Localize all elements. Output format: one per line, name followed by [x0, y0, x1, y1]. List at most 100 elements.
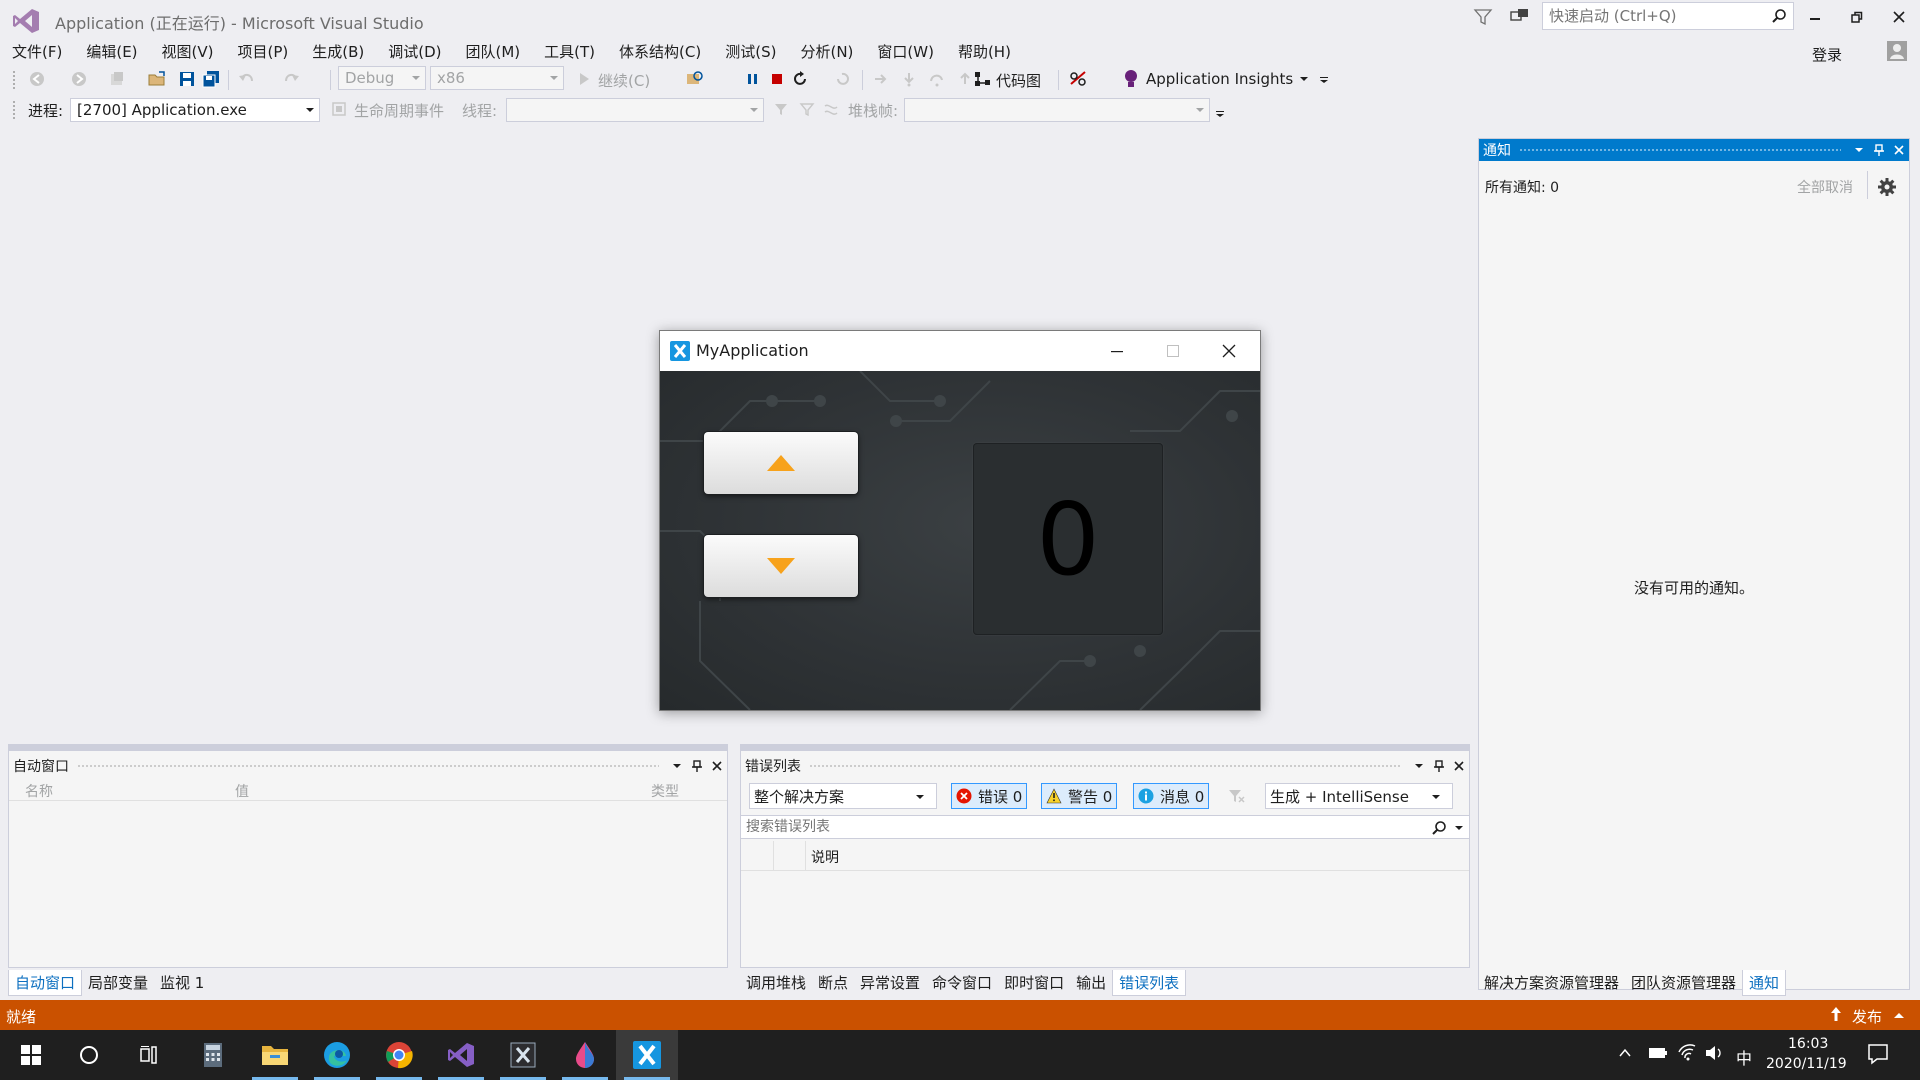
file-explorer-icon[interactable] [244, 1030, 306, 1080]
chevron-down-icon[interactable] [1296, 66, 1312, 92]
notifications-panel-header[interactable]: 通知 [1479, 139, 1909, 161]
menu-team[interactable]: 团队(M) [454, 38, 533, 64]
lifecycle-events-icon[interactable] [328, 96, 350, 122]
tab-autos[interactable]: 自动窗口 [8, 970, 83, 996]
clock-time[interactable]: 16:03 [1788, 1036, 1828, 1052]
error-search-input[interactable] [741, 816, 1381, 838]
calculator-icon[interactable] [182, 1030, 244, 1080]
step-into-icon[interactable] [898, 66, 920, 92]
menu-project[interactable]: 项目(P) [226, 38, 301, 64]
tab-output[interactable]: 输出 [1070, 970, 1112, 996]
gear-icon[interactable] [1877, 177, 1897, 197]
error-search-box[interactable] [741, 815, 1469, 839]
visual-studio-taskbar-icon[interactable] [430, 1030, 492, 1080]
user-account-icon[interactable] [1886, 40, 1908, 62]
solution-platform-dropdown[interactable]: x86 [430, 66, 564, 90]
tab-team-explorer[interactable]: 团队资源管理器 [1625, 970, 1742, 996]
app-maximize-button[interactable] [1156, 339, 1190, 363]
publish-button[interactable]: 发布 [1852, 1006, 1882, 1027]
feedback-icon[interactable] [1508, 6, 1532, 28]
tab-watch-1[interactable]: 监视 1 [154, 970, 210, 996]
unflag-thread-icon[interactable] [796, 96, 818, 122]
solution-configuration-dropdown[interactable]: Debug [338, 66, 426, 90]
chevron-up-icon[interactable] [1894, 1012, 1904, 1020]
menu-window[interactable]: 窗口(W) [865, 38, 946, 64]
warnings-filter-button[interactable]: 警告 0 [1041, 783, 1118, 809]
menu-file[interactable]: 文件(F) [0, 38, 74, 64]
build-intellisense-dropdown[interactable]: 生成 + IntelliSense [1265, 783, 1453, 809]
autos-panel-header[interactable]: 自动窗口 [9, 755, 727, 777]
lifecycle-events-label[interactable]: 生命周期事件 [354, 100, 444, 121]
code-map-label[interactable]: 代码图 [996, 70, 1041, 91]
menu-tools[interactable]: 工具(T) [532, 38, 607, 64]
navigate-forward-icon[interactable] [68, 66, 90, 92]
find-in-files-icon[interactable] [682, 66, 708, 92]
column-type[interactable]: 类型 [651, 781, 679, 801]
tab-breakpoints[interactable]: 断点 [812, 970, 854, 996]
stack-frame-dropdown[interactable] [904, 98, 1210, 122]
search-icon[interactable] [1771, 8, 1787, 24]
hot-reload-icon[interactable] [832, 66, 854, 92]
column-value[interactable]: 值 [235, 781, 249, 801]
messages-filter-button[interactable]: 消息 0 [1133, 783, 1210, 809]
undo-icon[interactable] [236, 66, 258, 92]
windows-start-icon[interactable] [0, 1030, 62, 1080]
panel-menu-icon[interactable] [1409, 756, 1429, 776]
errors-filter-button[interactable]: 错误 0 [951, 783, 1028, 809]
save-icon[interactable] [176, 66, 198, 92]
menu-debug[interactable]: 调试(D) [376, 38, 453, 64]
toolbar-grip[interactable] [12, 70, 16, 90]
stop-debugging-icon[interactable] [766, 66, 788, 92]
thread-dropdown[interactable] [506, 98, 764, 122]
tab-locals[interactable]: 局部变量 [82, 970, 154, 996]
pin-icon[interactable] [1429, 756, 1449, 776]
process-dropdown[interactable]: [2700] Application.exe [70, 98, 320, 122]
scope-dropdown[interactable]: 整个解决方案 [749, 783, 937, 809]
tab-exception-settings[interactable]: 异常设置 [854, 970, 926, 996]
chevron-up-icon[interactable] [1618, 1046, 1634, 1062]
chrome-browser-icon[interactable] [368, 1030, 430, 1080]
column-name[interactable]: 名称 [25, 781, 53, 801]
code-map-icon[interactable] [970, 66, 996, 92]
volume-icon[interactable] [1704, 1044, 1724, 1064]
my-application-window[interactable]: MyApplication 0 [659, 330, 1261, 711]
chevron-down-icon[interactable] [1455, 825, 1463, 831]
navigate-back-icon[interactable] [26, 66, 48, 92]
step-over-icon[interactable] [926, 66, 948, 92]
menu-test[interactable]: 测试(S) [713, 38, 788, 64]
search-icon[interactable] [1431, 820, 1447, 836]
quick-launch-box[interactable] [1542, 2, 1794, 30]
error-list-panel-header[interactable]: 错误列表 [741, 755, 1469, 777]
clock-date[interactable]: 2020/11/19 [1766, 1056, 1847, 1072]
battery-icon[interactable] [1648, 1046, 1668, 1062]
save-all-icon[interactable] [200, 66, 222, 92]
pin-icon[interactable] [1869, 140, 1889, 160]
panel-menu-icon[interactable] [1849, 140, 1869, 160]
edge-browser-icon[interactable] [306, 1030, 368, 1080]
show-threads-icon[interactable] [820, 96, 842, 122]
panel-menu-icon[interactable] [667, 756, 687, 776]
break-all-pause-icon[interactable] [742, 66, 764, 92]
restart-icon[interactable] [788, 66, 812, 92]
column-description[interactable]: 说明 [811, 847, 839, 867]
new-project-icon[interactable] [106, 66, 128, 92]
task-view-icon[interactable] [120, 1030, 182, 1080]
open-file-icon[interactable] [146, 66, 168, 92]
toolbar-grip[interactable] [12, 100, 16, 120]
menu-architecture[interactable]: 体系结构(C) [607, 38, 713, 64]
xaml-designer-icon[interactable] [492, 1030, 554, 1080]
dismiss-all-link[interactable]: 全部取消 [1797, 177, 1853, 197]
search-circle-icon[interactable] [58, 1030, 120, 1080]
decrement-button[interactable] [704, 535, 858, 597]
toggle-diagnostics-icon[interactable] [1064, 66, 1094, 92]
menu-analyze[interactable]: 分析(N) [788, 38, 865, 64]
application-insights-icon[interactable] [1120, 66, 1142, 92]
menu-help[interactable]: 帮助(H) [946, 38, 1023, 64]
app-title-bar[interactable]: MyApplication [660, 331, 1260, 371]
app-minimize-button[interactable] [1100, 339, 1134, 363]
close-button[interactable] [1886, 6, 1912, 28]
tab-command-window[interactable]: 命令窗口 [926, 970, 998, 996]
app-close-button[interactable] [1212, 339, 1246, 363]
my-application-taskbar-icon[interactable] [616, 1030, 678, 1080]
redo-icon[interactable] [280, 66, 302, 92]
